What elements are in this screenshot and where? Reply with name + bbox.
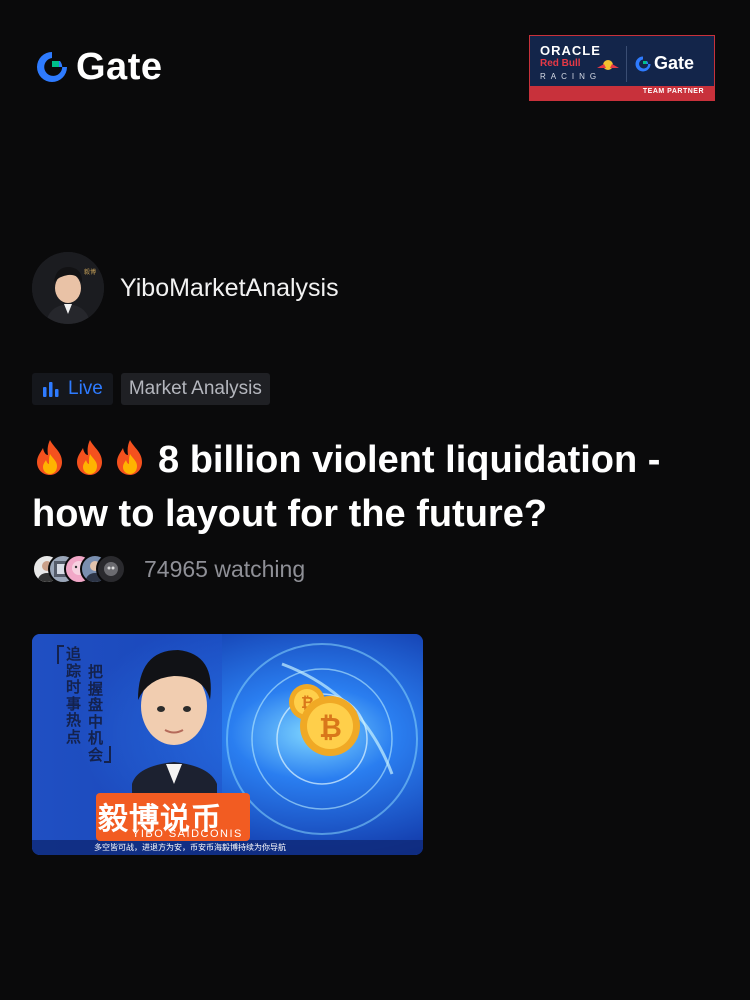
partner-band-text: TEAM PARTNER	[642, 88, 704, 95]
oracle-wordmark: ORACLE	[540, 43, 601, 58]
host-avatar[interactable]: 毅博	[32, 252, 104, 324]
partner-band: TEAM PARTNER	[530, 86, 714, 100]
gate-logo-text: Gate	[76, 46, 163, 88]
gate-logo-icon	[37, 52, 67, 82]
live-badge: Live	[32, 373, 113, 405]
partner-divider	[626, 46, 627, 82]
host-info[interactable]: 毅博 YiboMarketAnalysis	[32, 252, 339, 324]
viewer-avatar	[96, 554, 126, 584]
thumbnail-tagline-left: 追踪时事热点	[66, 645, 82, 746]
redbull-icon	[597, 60, 619, 70]
stream-title: 8 billion violent liquidation - how to l…	[32, 433, 722, 541]
host-name[interactable]: YiboMarketAnalysis	[120, 274, 339, 303]
team-partner-badge: ORACLE Red Bull RACING Gate TEAM PARTNER	[529, 35, 715, 101]
thumbnail-tagline-right: 把握盘中机会	[88, 663, 104, 764]
live-label: Live	[68, 378, 103, 399]
category-tag[interactable]: Market Analysis	[120, 373, 270, 405]
fire-icon	[37, 440, 62, 475]
fire-icon	[77, 440, 102, 475]
fire-icon	[117, 440, 142, 475]
racing-wordmark: RACING	[540, 72, 602, 81]
fire-emojis	[32, 438, 148, 476]
partner-gate-logo: Gate	[634, 53, 694, 74]
svg-text:₿: ₿	[319, 711, 342, 744]
svg-text:毅博: 毅博	[84, 268, 96, 276]
redbull-wordmark: Red Bull	[540, 58, 581, 69]
thumbnail-slogan: 多空皆可战，进退方为安，币安币海毅博持续为你导航	[94, 843, 286, 852]
live-bars-icon	[43, 382, 59, 397]
viewer-avatars	[32, 554, 126, 584]
host-portrait-icon: 毅博	[32, 252, 104, 324]
watching-count: 74965 watching	[144, 555, 306, 582]
gate-logo[interactable]: Gate	[34, 48, 162, 86]
viewer-count: 74965 watching	[32, 554, 305, 584]
category-label: Market Analysis	[128, 378, 262, 399]
gate-mini-icon	[635, 56, 651, 71]
partner-gate-text: Gate	[654, 53, 695, 73]
stream-thumbnail[interactable]: ₿ ₿ 追踪时事热点 把握盘中机会 毅博说币 YIBO SAIDCONIS 多空…	[32, 634, 423, 855]
brand-title-en: YIBO SAIDCONIS	[132, 828, 243, 840]
stream-tags: Live Market Analysis	[32, 373, 270, 405]
